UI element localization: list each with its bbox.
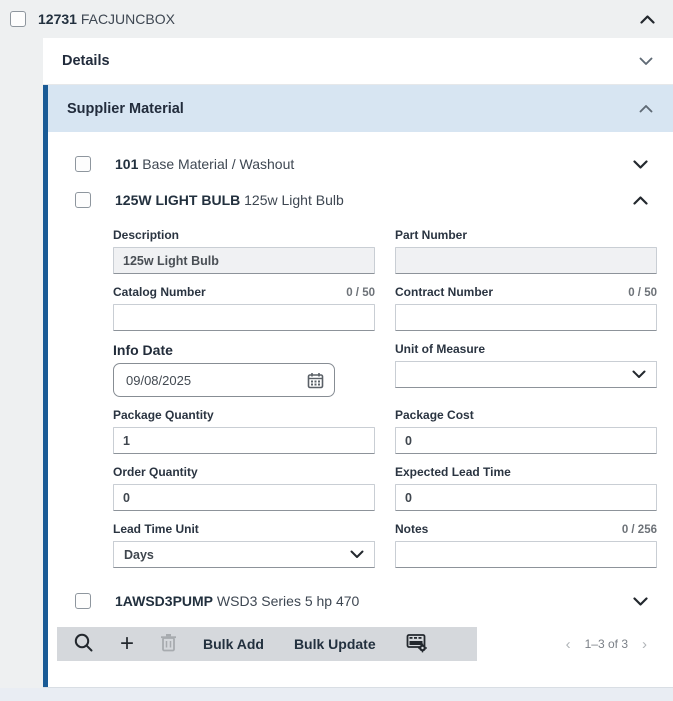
material-row-101: 101 Base Material / Washout (48, 146, 673, 182)
description-input[interactable] (113, 247, 375, 274)
supplier-material-body: 101 Base Material / Washout 125W LIGHT B… (48, 132, 673, 687)
part-number-input[interactable] (395, 247, 657, 274)
expand-chevron-icon[interactable] (633, 596, 648, 606)
notes-field-group: Notes 0 / 256 (395, 522, 657, 568)
material-101-checkbox[interactable] (75, 156, 91, 172)
material-pump-label: 1AWSD3PUMP WSD3 Series 5 hp 470 (115, 593, 360, 609)
add-icon: + (120, 630, 135, 657)
add-button[interactable]: + (120, 630, 135, 657)
description-label: Description (113, 228, 180, 242)
lead-time-unit-select[interactable]: Days (113, 541, 375, 568)
contract-number-input[interactable] (395, 304, 657, 331)
package-cost-input[interactable] (395, 427, 657, 454)
material-row-1awsd3pump: 1AWSD3PUMP WSD3 Series 5 hp 470 (48, 583, 673, 619)
supplier-material-accordion-header[interactable]: Supplier Material (48, 85, 673, 132)
unit-of-measure-label: Unit of Measure (395, 342, 486, 356)
search-icon (73, 632, 94, 656)
search-button[interactable] (73, 632, 94, 656)
personalize-columns-button[interactable] (406, 633, 428, 656)
delete-button[interactable] (160, 633, 177, 655)
calendar-icon[interactable] (307, 372, 324, 389)
collapse-chevron-icon[interactable] (640, 14, 655, 24)
item-detail-panel: Details Supplier Material 101 Base Mater… (43, 38, 673, 688)
catalog-number-field-group: Catalog Number 0 / 50 (113, 285, 375, 331)
info-date-value: 09/08/2025 (126, 372, 192, 388)
notes-counter: 0 / 256 (621, 524, 657, 536)
description-field-group: Description (113, 228, 375, 274)
lead-time-unit-field-group: Lead Time Unit Days (113, 522, 375, 568)
parent-item-name: FACJUNCBOX (80, 11, 175, 27)
catalog-number-counter: 0 / 50 (346, 287, 375, 299)
expand-chevron-icon[interactable] (633, 159, 648, 169)
collapse-chevron-icon[interactable] (633, 195, 648, 205)
order-quantity-input[interactable] (113, 484, 375, 511)
notes-label: Notes (395, 522, 429, 536)
material-edit-form: Description Part Number Catalog Number 0… (113, 228, 657, 579)
bulk-add-button[interactable]: Bulk Add (203, 636, 264, 652)
parent-item-checkbox[interactable] (10, 11, 26, 27)
material-125w-checkbox[interactable] (75, 192, 91, 208)
unit-of-measure-field-group: Unit of Measure (395, 342, 657, 397)
expected-lead-time-label: Expected Lead Time (395, 465, 511, 479)
list-footer: + Bulk Add Bulk Update ‹ 1–3 of 3 › (57, 627, 673, 661)
delete-icon (160, 633, 177, 655)
info-date-field-group: Info Date 09/08/2025 (113, 342, 375, 397)
contract-number-field-group: Contract Number 0 / 50 (395, 285, 657, 331)
expected-lead-time-input[interactable] (395, 484, 657, 511)
info-date-label: Info Date (113, 342, 173, 358)
package-cost-field-group: Package Cost (395, 408, 657, 454)
package-cost-label: Package Cost (395, 408, 474, 422)
next-card-edge (0, 688, 673, 701)
next-page-icon[interactable]: › (642, 637, 647, 652)
expected-lead-time-field-group: Expected Lead Time (395, 465, 657, 511)
catalog-number-input[interactable] (113, 304, 375, 331)
part-number-field-group: Part Number (395, 228, 657, 274)
package-quantity-field-group: Package Quantity (113, 408, 375, 454)
pagination: ‹ 1–3 of 3 › (566, 637, 647, 652)
parent-item-row: 12731 FACJUNCBOX (0, 0, 673, 38)
order-quantity-label: Order Quantity (113, 465, 198, 479)
lead-time-unit-value: Days (124, 547, 154, 562)
parent-item-title: 12731 FACJUNCBOX (38, 11, 175, 27)
supplier-material-title: Supplier Material (67, 100, 184, 117)
package-quantity-input[interactable] (113, 427, 375, 454)
expand-chevron-icon[interactable] (639, 57, 653, 66)
chevron-down-icon (632, 370, 646, 379)
material-list-toolbar: + Bulk Add Bulk Update (57, 627, 477, 661)
material-row-125w: 125W LIGHT BULB 125w Light Bulb (48, 182, 673, 218)
details-title: Details (62, 53, 110, 69)
package-quantity-label: Package Quantity (113, 408, 214, 422)
contract-number-label: Contract Number (395, 285, 494, 299)
material-101-label: 101 Base Material / Washout (115, 156, 295, 172)
lead-time-unit-label: Lead Time Unit (113, 522, 199, 536)
pagination-text: 1–3 of 3 (584, 637, 628, 651)
bulk-update-button[interactable]: Bulk Update (294, 636, 376, 652)
contract-number-counter: 0 / 50 (628, 287, 657, 299)
chevron-down-icon (350, 550, 364, 559)
details-accordion-header[interactable]: Details (43, 38, 673, 85)
unit-of-measure-select[interactable] (395, 361, 657, 388)
parent-item-code: 12731 (38, 11, 77, 27)
supplier-material-section: Supplier Material 101 Base Material / Wa… (43, 85, 673, 687)
material-pump-checkbox[interactable] (75, 593, 91, 609)
previous-page-icon[interactable]: ‹ (566, 637, 571, 652)
catalog-number-label: Catalog Number (113, 285, 206, 299)
info-date-input[interactable]: 09/08/2025 (113, 363, 335, 397)
part-number-label: Part Number (395, 228, 468, 242)
material-125w-label: 125W LIGHT BULB 125w Light Bulb (115, 192, 344, 208)
notes-input[interactable] (395, 541, 657, 568)
personalize-columns-icon (406, 633, 428, 656)
order-quantity-field-group: Order Quantity (113, 465, 375, 511)
collapse-chevron-icon[interactable] (639, 104, 653, 113)
